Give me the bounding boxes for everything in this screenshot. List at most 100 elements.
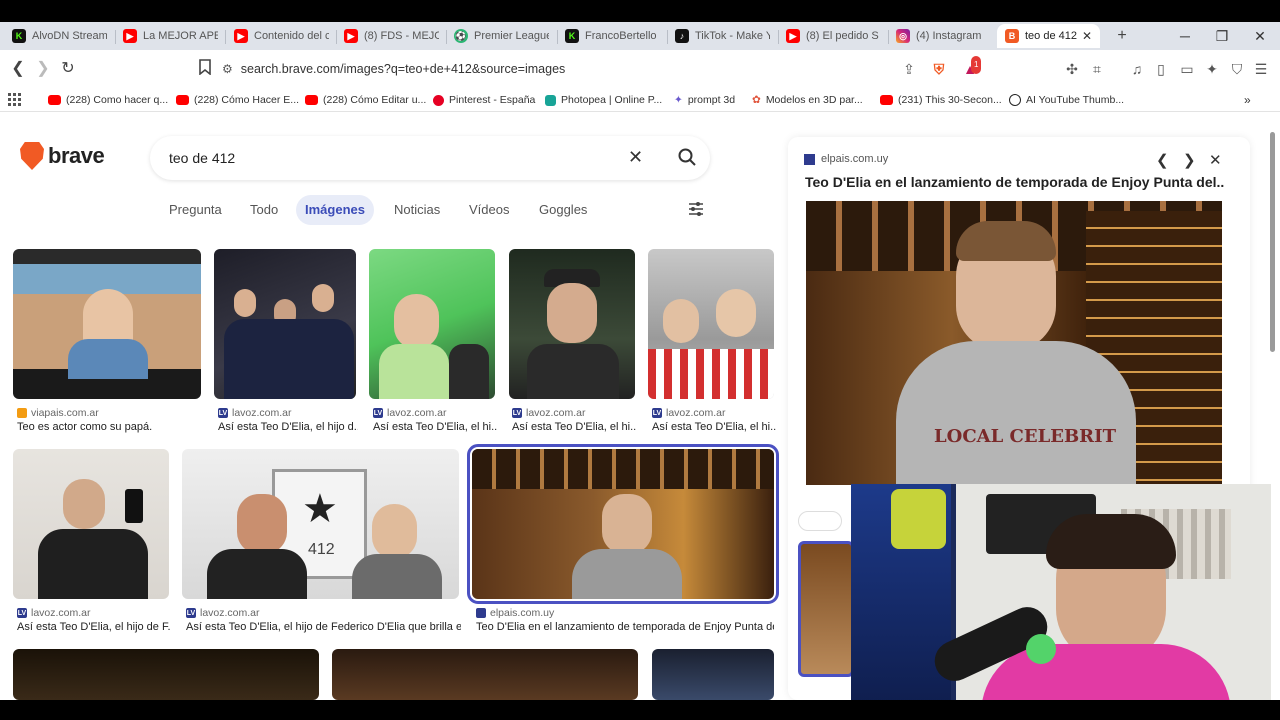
translate-icon[interactable]: ⌗ <box>1088 60 1106 78</box>
result-caption[interactable]: Así esta Teo D'Elia, el hijo d... <box>218 421 358 433</box>
next-icon[interactable]: ❯ <box>1183 151 1196 169</box>
close-tab-icon[interactable]: ✕ <box>1082 29 1092 43</box>
search-input[interactable]: teo de 412 ✕ <box>150 136 710 180</box>
result-caption[interactable]: Así esta Teo D'Elia, el hi... <box>512 421 636 433</box>
bookmark-item[interactable]: (228) Cómo Editar u... <box>305 92 426 108</box>
result-source[interactable]: elpais.com.uy <box>476 607 554 619</box>
url-field[interactable]: ⚙ search.brave.com/images?q=teo+de+412&s… <box>222 56 982 82</box>
extensions-icon[interactable]: ✣ <box>1063 60 1081 78</box>
result-source[interactable]: LV lavoz.com.ar <box>218 407 292 419</box>
result-source[interactable]: LV lavoz.com.ar <box>652 407 726 419</box>
filter-settings-icon[interactable] <box>688 201 704 217</box>
tab-fds[interactable]: ▶ (8) FDS - MEJO <box>336 24 447 48</box>
result-image[interactable]: ★ 412 <box>182 449 459 599</box>
result-image-selected[interactable] <box>467 444 779 604</box>
tab-la-mejor[interactable]: ▶ La MEJOR APER <box>115 24 226 48</box>
tab-instagram[interactable]: ◎ (4) Instagram <box>888 24 999 48</box>
result-image[interactable] <box>652 649 774 700</box>
result-image[interactable] <box>214 249 356 399</box>
result-source[interactable]: viapais.com.ar <box>17 407 99 419</box>
clear-search-icon[interactable]: ✕ <box>628 147 643 168</box>
tab-el-pedido[interactable]: ▶ (8) El pedido S <box>778 24 889 48</box>
restore-button[interactable]: ❐ <box>1212 26 1232 46</box>
tab-label: teo de 412 <box>1025 30 1077 42</box>
scrollbar-thumb[interactable] <box>1270 132 1275 352</box>
tab-tiktok[interactable]: ♪ TikTok - Make Y <box>667 24 778 48</box>
bookmark-item[interactable]: ✦ prompt 3d <box>674 92 735 108</box>
bookmark-label: Photopea | Online P... <box>561 94 663 106</box>
bookmark-item[interactable]: (231) This 30-Secon... <box>880 92 1002 108</box>
bookmark-item[interactable]: AI YouTube Thumb... <box>1009 92 1124 108</box>
tab-imagenes[interactable]: Imágenes <box>296 195 374 225</box>
panel-title[interactable]: Teo D'Elia en el lanzamiento de temporad… <box>805 174 1225 190</box>
result-source[interactable]: LV lavoz.com.ar <box>186 607 260 619</box>
sidebar-toggle-icon[interactable]: ▯ <box>1152 60 1170 78</box>
ai-icon <box>1009 94 1021 106</box>
more-bookmarks-icon[interactable]: » <box>1244 92 1251 108</box>
result-caption[interactable]: Así esta Teo D'Elia, el hijo de Federico… <box>186 621 461 633</box>
share-icon[interactable]: ⇪ <box>900 60 918 78</box>
brave-logo[interactable]: brave <box>20 142 105 170</box>
result-image[interactable] <box>648 249 774 399</box>
bookmark-item[interactable]: Photopea | Online P... <box>545 92 662 108</box>
tab-videos[interactable]: Vídeos <box>460 195 518 225</box>
image-412-text: 412 <box>308 541 335 558</box>
result-image[interactable] <box>332 649 638 700</box>
result-image[interactable] <box>13 649 319 700</box>
forward-button[interactable]: ❯ <box>33 59 53 79</box>
bookmark-page-button[interactable] <box>195 59 215 79</box>
tab-pregunta[interactable]: Pregunta <box>160 195 231 225</box>
result-source[interactable]: LV lavoz.com.ar <box>17 607 91 619</box>
apps-icon[interactable] <box>8 92 22 108</box>
youtube-icon: ▶ <box>344 29 358 43</box>
site-settings-icon[interactable]: ⚙ <box>222 62 233 76</box>
result-image[interactable] <box>509 249 635 399</box>
result-caption[interactable]: Así esta Teo D'Elia, el hi... <box>373 421 497 433</box>
panel-source[interactable]: elpais.com.uy <box>804 153 888 165</box>
minimize-button[interactable]: ─ <box>1175 26 1195 46</box>
result-image[interactable] <box>13 249 201 399</box>
page-scrollbar[interactable] <box>1267 120 1277 700</box>
menu-icon[interactable]: ☰ <box>1252 60 1270 78</box>
close-window-button[interactable]: ✕ <box>1250 26 1270 46</box>
tab-francobertello[interactable]: K FrancoBertello <box>557 24 668 48</box>
previous-icon[interactable]: ❮ <box>1156 151 1169 169</box>
thumbnail-selected[interactable] <box>798 541 854 677</box>
tab-label: Contenido del c <box>254 30 329 42</box>
media-icon[interactable]: ♫ <box>1128 60 1146 78</box>
tab-teo-de-412[interactable]: B teo de 412 ✕ <box>997 24 1100 48</box>
result-caption[interactable]: Así esta Teo D'Elia, el hi... <box>652 421 776 433</box>
bookmark-item[interactable]: Pinterest - España <box>433 92 535 108</box>
result-image[interactable] <box>369 249 495 399</box>
new-tab-button[interactable]: + <box>1112 26 1132 46</box>
result-image[interactable] <box>13 449 169 599</box>
close-panel-icon[interactable]: ✕ <box>1209 151 1222 169</box>
tab-alvodn[interactable]: K AlvoDN Stream <box>4 24 115 48</box>
reload-button[interactable]: ↻ <box>58 59 78 79</box>
bookmark-item[interactable]: ✿ Modelos en 3D par... <box>752 92 863 108</box>
tab-noticias[interactable]: Noticias <box>385 195 449 225</box>
back-button[interactable]: ❮ <box>8 59 28 79</box>
brave-lion-icon <box>20 142 44 170</box>
result-caption[interactable]: Teo D'Elia en el lanzamiento de temporad… <box>476 621 774 633</box>
tab-premier-league[interactable]: ⚽ Premier League <box>446 24 557 48</box>
wallet-icon[interactable]: ▭ <box>1178 60 1196 78</box>
result-caption[interactable]: Teo es actor como su papá. <box>17 421 201 433</box>
bookmark-item[interactable]: (228) Como hacer q... <box>48 92 168 108</box>
preview-image[interactable]: LOCAL CELEBRIT <box>806 201 1222 485</box>
tab-contenido[interactable]: ▶ Contenido del c <box>226 24 337 48</box>
panel-action-button[interactable] <box>798 511 842 531</box>
vpn-icon[interactable]: ⛉ <box>1228 60 1246 78</box>
brave-shields-icon[interactable]: ⛨ <box>930 60 948 78</box>
brave-rewards-icon[interactable]: ▲ 1 <box>961 56 982 78</box>
rewards-badge: 1 <box>971 56 982 74</box>
result-source[interactable]: LV lavoz.com.ar <box>512 407 586 419</box>
tab-goggles[interactable]: Goggles <box>530 195 596 225</box>
lavoz-icon: LV <box>512 408 522 418</box>
search-icon[interactable] <box>677 147 697 167</box>
result-caption[interactable]: Así esta Teo D'Elia, el hijo de F... <box>17 621 171 633</box>
leo-ai-icon[interactable]: ✦ <box>1203 60 1221 78</box>
result-source[interactable]: LV lavoz.com.ar <box>373 407 447 419</box>
tab-todo[interactable]: Todo <box>241 195 287 225</box>
bookmark-item[interactable]: (228) Cómo Hacer E... <box>176 92 299 108</box>
